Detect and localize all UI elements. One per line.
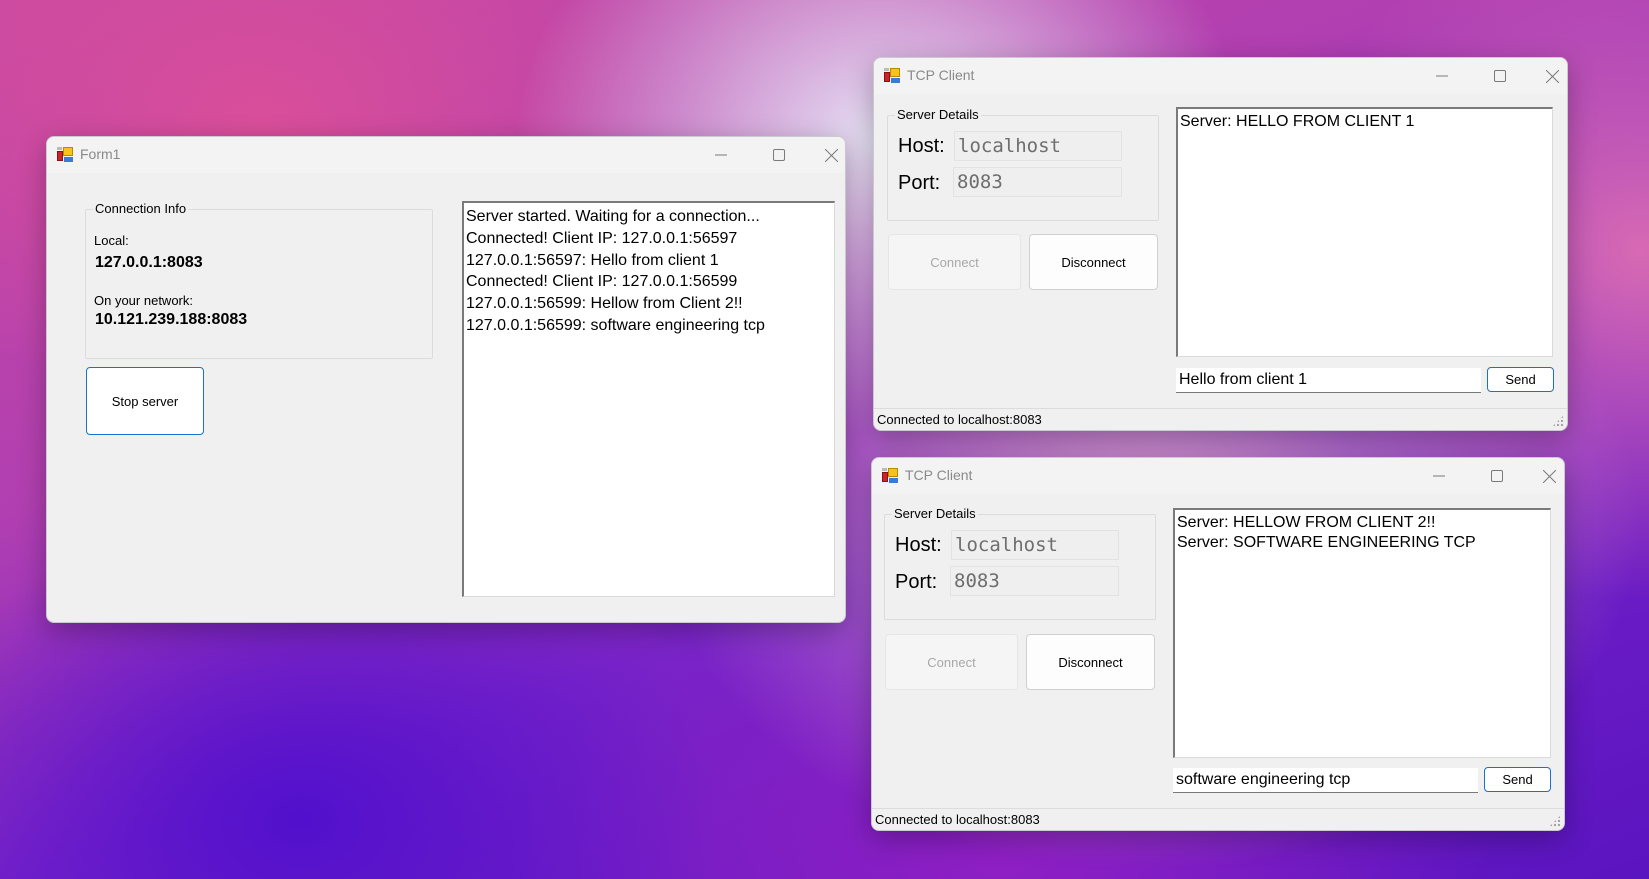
window-title: Form1 bbox=[80, 146, 121, 162]
host-field[interactable]: localhost bbox=[954, 131, 1122, 161]
maximize-icon bbox=[773, 149, 785, 161]
server-details-label: Server Details bbox=[892, 506, 978, 521]
message-line: Server: SOFTWARE ENGINEERING TCP bbox=[1177, 534, 1476, 551]
close-button[interactable] bbox=[1533, 458, 1564, 494]
window-title: TCP Client bbox=[907, 67, 975, 83]
status-text: Connected to localhost:8083 bbox=[877, 412, 1042, 427]
server-details-label: Server Details bbox=[895, 107, 981, 122]
title-bar[interactable]: TCP Client bbox=[874, 58, 1567, 94]
server-log[interactable]: Server started. Waiting for a connection… bbox=[462, 201, 835, 597]
resize-grip-icon[interactable] bbox=[1552, 415, 1564, 427]
maximize-button[interactable] bbox=[1474, 458, 1520, 494]
app-icon bbox=[882, 468, 898, 484]
host-field[interactable]: localhost bbox=[951, 530, 1119, 560]
app-icon bbox=[57, 147, 73, 163]
close-icon bbox=[824, 148, 838, 162]
status-bar: Connected to localhost:8083 bbox=[872, 808, 1564, 830]
messages-box[interactable]: Server: HELLO FROM CLIENT 1 bbox=[1176, 107, 1553, 357]
maximize-icon bbox=[1494, 70, 1506, 82]
message-line: Server: HELLO FROM CLIENT 1 bbox=[1180, 113, 1415, 130]
log-line: 127.0.0.1:56599: Hellow from Client 2!! bbox=[466, 295, 743, 313]
maximize-icon bbox=[1491, 470, 1503, 482]
stop-server-button[interactable]: Stop server bbox=[86, 367, 204, 435]
host-label: Host: bbox=[895, 534, 942, 556]
message-line: Server: HELLOW FROM CLIENT 2!! bbox=[1177, 514, 1436, 531]
log-line: 127.0.0.1:56597: Hello from client 1 bbox=[466, 251, 719, 269]
status-bar: Connected to localhost:8083 bbox=[874, 408, 1567, 430]
message-input[interactable] bbox=[1176, 368, 1481, 393]
network-label: On your network: bbox=[94, 293, 193, 308]
title-bar[interactable]: TCP Client bbox=[872, 458, 1564, 494]
server-details-group: Server Details Host: localhost Port: 808… bbox=[884, 506, 1156, 620]
port-field[interactable]: 8083 bbox=[953, 167, 1122, 197]
port-field[interactable]: 8083 bbox=[950, 566, 1119, 596]
log-line: Server started. Waiting for a connection… bbox=[466, 208, 760, 225]
minimize-button[interactable] bbox=[1419, 58, 1465, 94]
messages-box[interactable]: Server: HELLOW FROM CLIENT 2!! Server: S… bbox=[1173, 508, 1551, 758]
close-button[interactable] bbox=[1536, 58, 1567, 94]
minimize-icon bbox=[1436, 75, 1448, 77]
send-button[interactable]: Send bbox=[1487, 367, 1554, 392]
connect-button[interactable]: Connect bbox=[885, 634, 1018, 690]
log-line: Connected! Client IP: 127.0.0.1:56597 bbox=[466, 229, 738, 247]
resize-grip-icon[interactable] bbox=[1549, 815, 1561, 827]
log-line: 127.0.0.1:56599: software engineering tc… bbox=[466, 316, 765, 334]
minimize-icon bbox=[1433, 475, 1445, 477]
message-input[interactable] bbox=[1173, 768, 1478, 793]
connect-button[interactable]: Connect bbox=[888, 234, 1021, 290]
close-button[interactable] bbox=[815, 137, 845, 173]
connection-info-group: Connection Info Local: 127.0.0.1:8083 On… bbox=[85, 201, 433, 359]
client-window-2: TCP Client Server Details Host: localhos… bbox=[871, 457, 1565, 831]
server-details-group: Server Details Host: localhost Port: 808… bbox=[887, 107, 1159, 221]
maximize-button[interactable] bbox=[756, 137, 802, 173]
disconnect-button[interactable]: Disconnect bbox=[1026, 634, 1155, 690]
connection-info-label: Connection Info bbox=[93, 201, 189, 216]
local-address: 127.0.0.1:8083 bbox=[95, 254, 203, 271]
title-bar[interactable]: Form1 bbox=[47, 137, 845, 173]
minimize-button[interactable] bbox=[1416, 458, 1462, 494]
close-icon bbox=[1542, 469, 1556, 483]
minimize-button[interactable] bbox=[698, 137, 744, 173]
status-text: Connected to localhost:8083 bbox=[875, 812, 1040, 827]
local-label: Local: bbox=[94, 233, 129, 248]
server-window: Form1 Connection Info Local: 127.0.0.1:8… bbox=[46, 136, 846, 623]
app-icon bbox=[884, 68, 900, 84]
client-window-1: TCP Client Server Details Host: localhos… bbox=[873, 57, 1568, 431]
log-line: Connected! Client IP: 127.0.0.1:56599 bbox=[466, 273, 738, 291]
port-label: Port: bbox=[898, 172, 941, 194]
network-address: 10.121.239.188:8083 bbox=[95, 311, 248, 328]
window-title: TCP Client bbox=[905, 467, 973, 483]
disconnect-button[interactable]: Disconnect bbox=[1029, 234, 1158, 290]
port-label: Port: bbox=[895, 571, 938, 593]
minimize-icon bbox=[715, 154, 727, 156]
send-button[interactable]: Send bbox=[1484, 767, 1551, 792]
close-icon bbox=[1545, 69, 1559, 83]
maximize-button[interactable] bbox=[1477, 58, 1523, 94]
host-label: Host: bbox=[898, 135, 945, 157]
